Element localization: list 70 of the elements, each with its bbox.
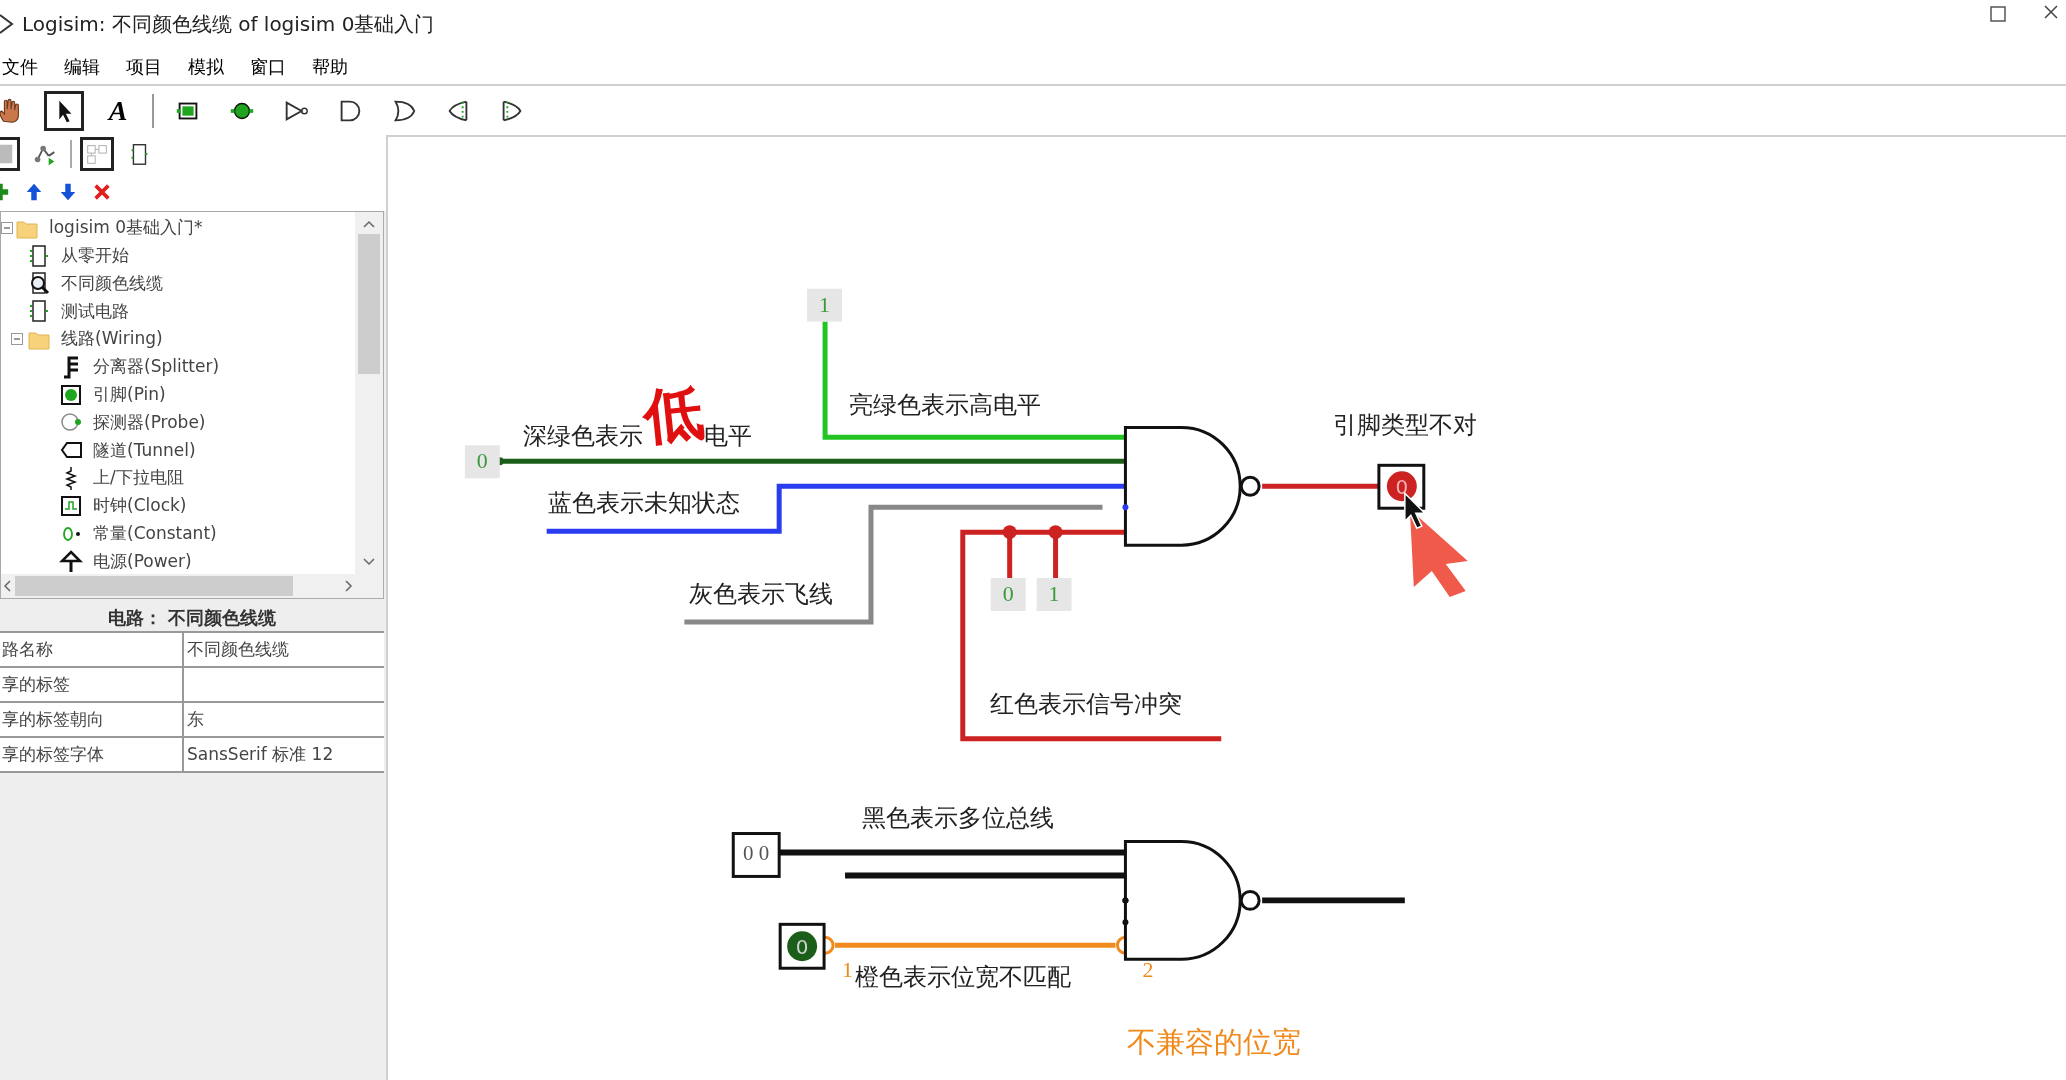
input-pin[interactable]: 0: [778, 922, 826, 970]
vertical-scrollbar[interactable]: [355, 212, 383, 574]
wire[interactable]: [546, 483, 1126, 534]
scroll-thumb[interactable]: [358, 234, 380, 374]
property-name: 享的标签朝向: [0, 703, 184, 736]
wire-label: 亮绿色表示高电平: [849, 391, 1041, 420]
app-icon: [0, 13, 14, 35]
tree-item[interactable]: 引脚(Pin): [93, 381, 166, 408]
clock-icon: [59, 493, 83, 518]
tree-item[interactable]: 常量(Constant): [93, 520, 217, 547]
menu-item[interactable]: 文件: [2, 52, 38, 80]
text-tool-button[interactable]: A: [98, 90, 138, 131]
property-value[interactable]: SansSerif 标准 12: [184, 738, 384, 771]
tree-item[interactable]: 上/下拉电阻: [93, 465, 184, 491]
wire-label: 灰色表示飞线: [689, 580, 834, 609]
tree-item[interactable]: 探测器(Probe): [93, 409, 206, 436]
power-icon: [59, 549, 83, 574]
tree-item[interactable]: 测试电路: [61, 298, 129, 325]
arrow-tool-button[interactable]: [44, 90, 84, 131]
delete-icon[interactable]: [92, 182, 112, 202]
scroll-thumb[interactable]: [15, 576, 293, 596]
menu-item[interactable]: 帮助: [312, 52, 348, 80]
tree-item[interactable]: 电源(Power): [93, 548, 192, 574]
property-name: 享的标签: [0, 668, 184, 701]
up-arrow-icon[interactable]: [24, 182, 44, 202]
property-value[interactable]: 不同颜色线缆: [184, 633, 384, 666]
bit-width-label: 1: [842, 957, 853, 983]
bit-width-label: 2: [1142, 957, 1154, 983]
pin-dots: [1122, 897, 1129, 926]
down-arrow-icon[interactable]: [58, 182, 78, 202]
wire-label: 黑色表示多位总线: [862, 803, 1054, 832]
scroll-right-icon[interactable]: [345, 580, 353, 592]
wire-label: 橙色表示位宽不匹配: [855, 963, 1071, 992]
property-value[interactable]: 东: [184, 703, 384, 736]
pin-icon: [59, 382, 83, 407]
bus-pin[interactable]: 0 0: [731, 832, 781, 878]
tree-item[interactable]: logisim 0基础入门*: [49, 215, 203, 241]
menu-item[interactable]: 窗口: [250, 52, 286, 80]
tree-item[interactable]: 线路(Wiring): [61, 326, 163, 352]
menu-item[interactable]: 模拟: [188, 52, 224, 80]
wire[interactable]: [822, 321, 1126, 440]
horizontal-scrollbar[interactable]: [1, 574, 383, 598]
scroll-left-icon[interactable]: [3, 580, 11, 592]
menu-item[interactable]: 项目: [126, 52, 162, 80]
maximize-icon[interactable]: [1990, 6, 2006, 22]
property-name: 路名称: [0, 633, 184, 666]
window-title: Logisim: 不同颜色线缆 of logisim 0基础入门: [22, 11, 435, 38]
expander-icon[interactable]: [11, 333, 23, 346]
wire-label: 电平: [704, 422, 753, 451]
circuit-icon: [27, 243, 51, 268]
nand-gate[interactable]: [1122, 840, 1261, 961]
tree-item[interactable]: 从零开始: [61, 242, 129, 269]
property-name: 享的标签字体: [0, 738, 184, 771]
error-message: 不兼容的位宽: [1127, 1025, 1302, 1060]
scroll-down-icon[interactable]: [363, 558, 375, 566]
tree-item[interactable]: 分离器(Splitter): [93, 354, 220, 380]
expander-icon[interactable]: [1, 221, 13, 234]
circuit-icon: [27, 299, 51, 324]
close-icon[interactable]: [2044, 5, 2058, 19]
wire-label: 蓝色表示未知状态: [547, 489, 740, 518]
scroll-up-icon[interactable]: [363, 220, 375, 228]
wire-label: 红色表示信号冲突: [989, 689, 1182, 718]
wire-label: 深绿色表示: [522, 422, 643, 451]
tree-item[interactable]: 不同颜色线缆: [61, 270, 163, 297]
pin-label: 引脚类型不对: [1333, 411, 1477, 440]
nand-gate[interactable]: [1122, 425, 1261, 547]
tree-item[interactable]: 时钟(Clock): [93, 493, 187, 519]
layout-button[interactable]: [80, 137, 114, 171]
tree-item[interactable]: 隧道(Tunnel): [93, 437, 196, 463]
menu-item[interactable]: 编辑: [64, 52, 100, 80]
